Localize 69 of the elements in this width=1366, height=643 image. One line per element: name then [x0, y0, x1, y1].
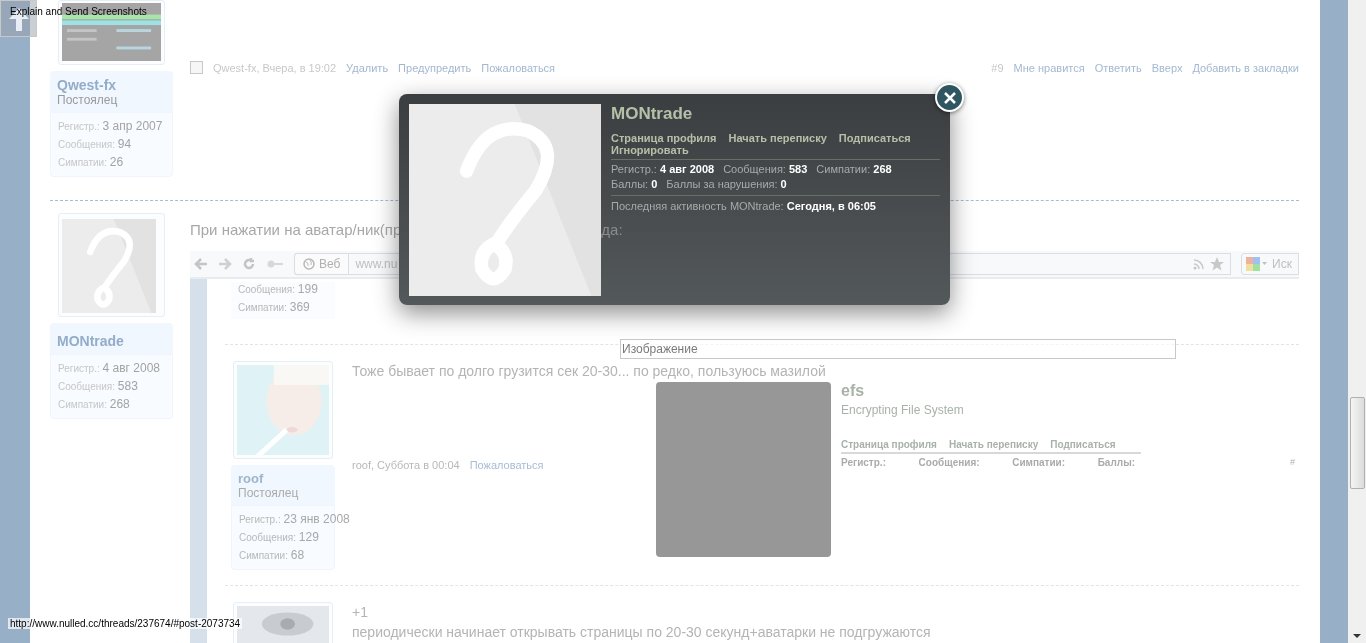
stat-label: Регистр.:	[841, 457, 886, 468]
search-engine-button[interactable]: Веб	[294, 253, 349, 275]
user-title: Постоялец	[57, 93, 119, 107]
post-action-link[interactable]: Добавить в закладки	[1192, 61, 1299, 74]
rss-icon[interactable]	[1193, 258, 1204, 270]
close-button[interactable]	[935, 83, 964, 112]
stat-line: Сообщения: 94	[58, 137, 132, 152]
stat-line: Симпатии: 268	[58, 397, 130, 412]
reload-icon[interactable]	[242, 257, 256, 271]
star-icon[interactable]	[1210, 257, 1224, 271]
profile-stat: Баллы: 0	[611, 177, 658, 192]
stat-line: Симпатии: 26	[58, 155, 124, 170]
profile-stat: Симпатии: 268	[816, 162, 892, 177]
post-action-link[interactable]: Пожаловаться	[469, 459, 544, 471]
search-field[interactable]: Иск	[1241, 253, 1299, 275]
user-title: Постоялец	[238, 486, 300, 500]
username[interactable]: efs	[841, 382, 865, 400]
last-activity: Последняя активность MONtrade: Сегодня, в 06:05	[611, 200, 877, 212]
post-number[interactable]: #	[1290, 457, 1295, 467]
profile-link[interactable]: Подписаться	[838, 132, 911, 144]
globe-icon	[303, 258, 315, 270]
post-action-link[interactable]: Предупредить	[398, 61, 472, 74]
scrollbar[interactable]	[1348, 0, 1366, 643]
select-checkbox[interactable]	[190, 61, 203, 74]
stat-line: Сообщения: 129	[239, 530, 319, 545]
stat-label: Сообщения:	[918, 457, 980, 468]
profile-link[interactable]: Страница профиля	[611, 132, 717, 144]
profile-link[interactable]: Игнорировать	[611, 144, 689, 156]
stat-line: Симпатии: 68	[239, 548, 305, 563]
stat-label: Баллы:	[1097, 457, 1135, 468]
profile-link[interactable]: Подписаться	[1050, 439, 1116, 450]
back-icon[interactable]	[194, 258, 208, 270]
stat-label: Симпатии:	[1012, 457, 1066, 468]
profile-stat: Регистр.: 4 авг 2008	[611, 162, 715, 177]
status-url: http://www.nulled.cc/threads/237674/#post-2073734	[8, 618, 243, 629]
post-action-link[interactable]: Ответить	[1094, 61, 1142, 74]
username[interactable]: roof	[238, 471, 328, 486]
username[interactable]: MONtrade	[57, 333, 166, 349]
message-text: периодически начинает открывать страницы по 20-30 секунд+аватарки не подгружаются	[352, 623, 931, 642]
image-tooltip: Изображение	[620, 339, 1176, 359]
stat-line: Регистр.: 4 авг 2008	[58, 361, 160, 376]
stat-line: Сообщения: 199	[238, 282, 318, 297]
stat-line: Регистр.: 23 янв 2008	[239, 512, 350, 527]
popup-username[interactable]: MONtrade	[611, 104, 940, 124]
message-text: да:	[601, 221, 623, 240]
username[interactable]: Qwest-fx	[57, 77, 166, 93]
profile-stat: Сообщения: 583	[723, 162, 808, 177]
message-text: +1	[352, 603, 368, 622]
key-icon[interactable]	[266, 259, 284, 269]
stat-line: Симпатии: 369	[238, 300, 310, 315]
profile-link[interactable]: Начать переписку	[948, 439, 1039, 450]
post-action-link[interactable]: Мне нравится	[1013, 61, 1085, 74]
post-action-link[interactable]: Пожаловаться	[481, 61, 556, 74]
search-provider-icon	[1246, 257, 1268, 271]
stat-line: Регистр.: 3 апр 2007	[58, 119, 163, 134]
capture-tool-label: Explain and Send Screenshots	[10, 6, 147, 17]
post-meta: roof, Суббота в 00:04	[352, 459, 460, 471]
post-action-link[interactable]: Удалить	[346, 61, 389, 74]
profile-stat: Баллы за нарушения: 0	[666, 177, 787, 192]
profile-link[interactable]: Начать переписку	[728, 132, 827, 144]
message-text: Тоже бывает по долго грузится сек 20-30... по редко, пользуюсь мазилой	[352, 362, 826, 381]
close-icon	[943, 91, 956, 104]
scroll-thumb[interactable]	[1350, 397, 1365, 489]
message-text: При нажатии на аватар/ник(пр	[190, 221, 402, 240]
forward-icon[interactable]	[218, 258, 232, 270]
profile-link[interactable]: Страница профиля	[841, 439, 937, 450]
user-title: Encrypting File System	[841, 403, 965, 417]
post-action-link[interactable]: Вверх	[1151, 61, 1183, 74]
stat-line: Сообщения: 583	[58, 379, 138, 394]
